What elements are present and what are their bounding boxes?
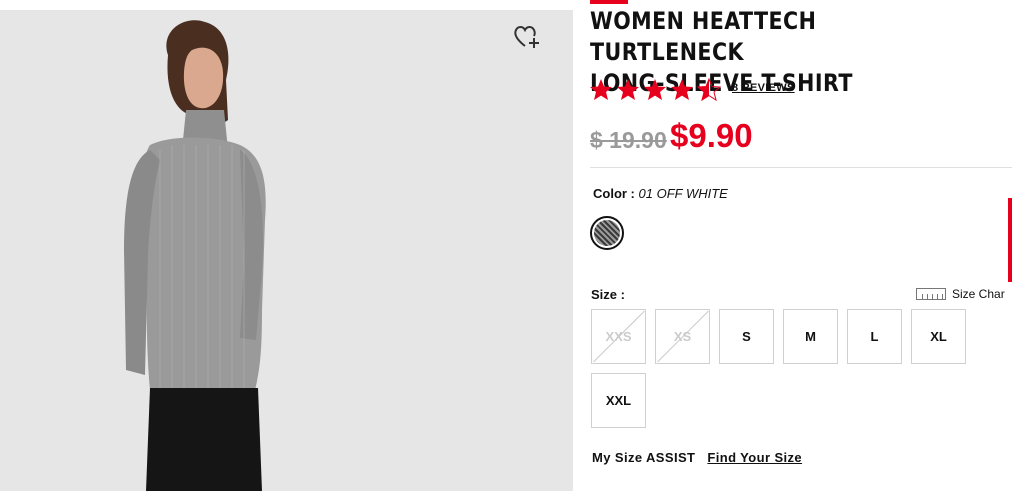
find-your-size-link[interactable]: Find Your Size [707,450,802,465]
color-value: 01 OFF WHITE [638,186,728,201]
size-option-xxl[interactable]: XXL [591,373,646,428]
half-star-icon [697,78,721,101]
add-to-wishlist-heart-icon[interactable] [512,22,542,50]
color-selection: Color : 01 OFF WHITE [593,186,728,201]
star-icon [590,79,612,100]
sale-price: $9.90 [670,117,753,154]
divider [590,167,1012,168]
size-option-xl[interactable]: XL [911,309,966,364]
star-icon [671,79,693,100]
size-options: XXS XS S M L XL XXL [591,309,971,428]
star-icon [644,79,666,100]
size-option-xs[interactable]: XS [655,309,710,364]
ruler-icon [916,288,946,300]
rating-stars [590,78,724,102]
reviews-link[interactable]: 8 REVIEWS [732,82,795,94]
size-label: Size : [591,287,625,302]
side-accent [1008,198,1012,282]
size-chart-button[interactable]: Size Char [916,287,1005,301]
size-option-l[interactable]: L [847,309,902,364]
model-illustration [124,20,266,491]
my-size-assist: My Size ASSIST Find Your Size [592,450,802,465]
my-size-assist-label: My Size ASSIST [592,450,696,465]
color-label: Color : [593,186,635,201]
original-price: $ 19.90 [590,127,667,153]
product-image[interactable] [0,10,573,491]
size-chart-label: Size Char [952,287,1005,301]
top-badge [590,0,628,4]
size-option-s[interactable]: S [719,309,774,364]
color-swatch-selected[interactable] [590,216,624,250]
product-title-line1: WOMEN HEATTECH TURTLENECK [590,7,817,66]
star-icon [617,79,639,100]
size-option-xxs[interactable]: XXS [591,309,646,364]
size-option-m[interactable]: M [783,309,838,364]
